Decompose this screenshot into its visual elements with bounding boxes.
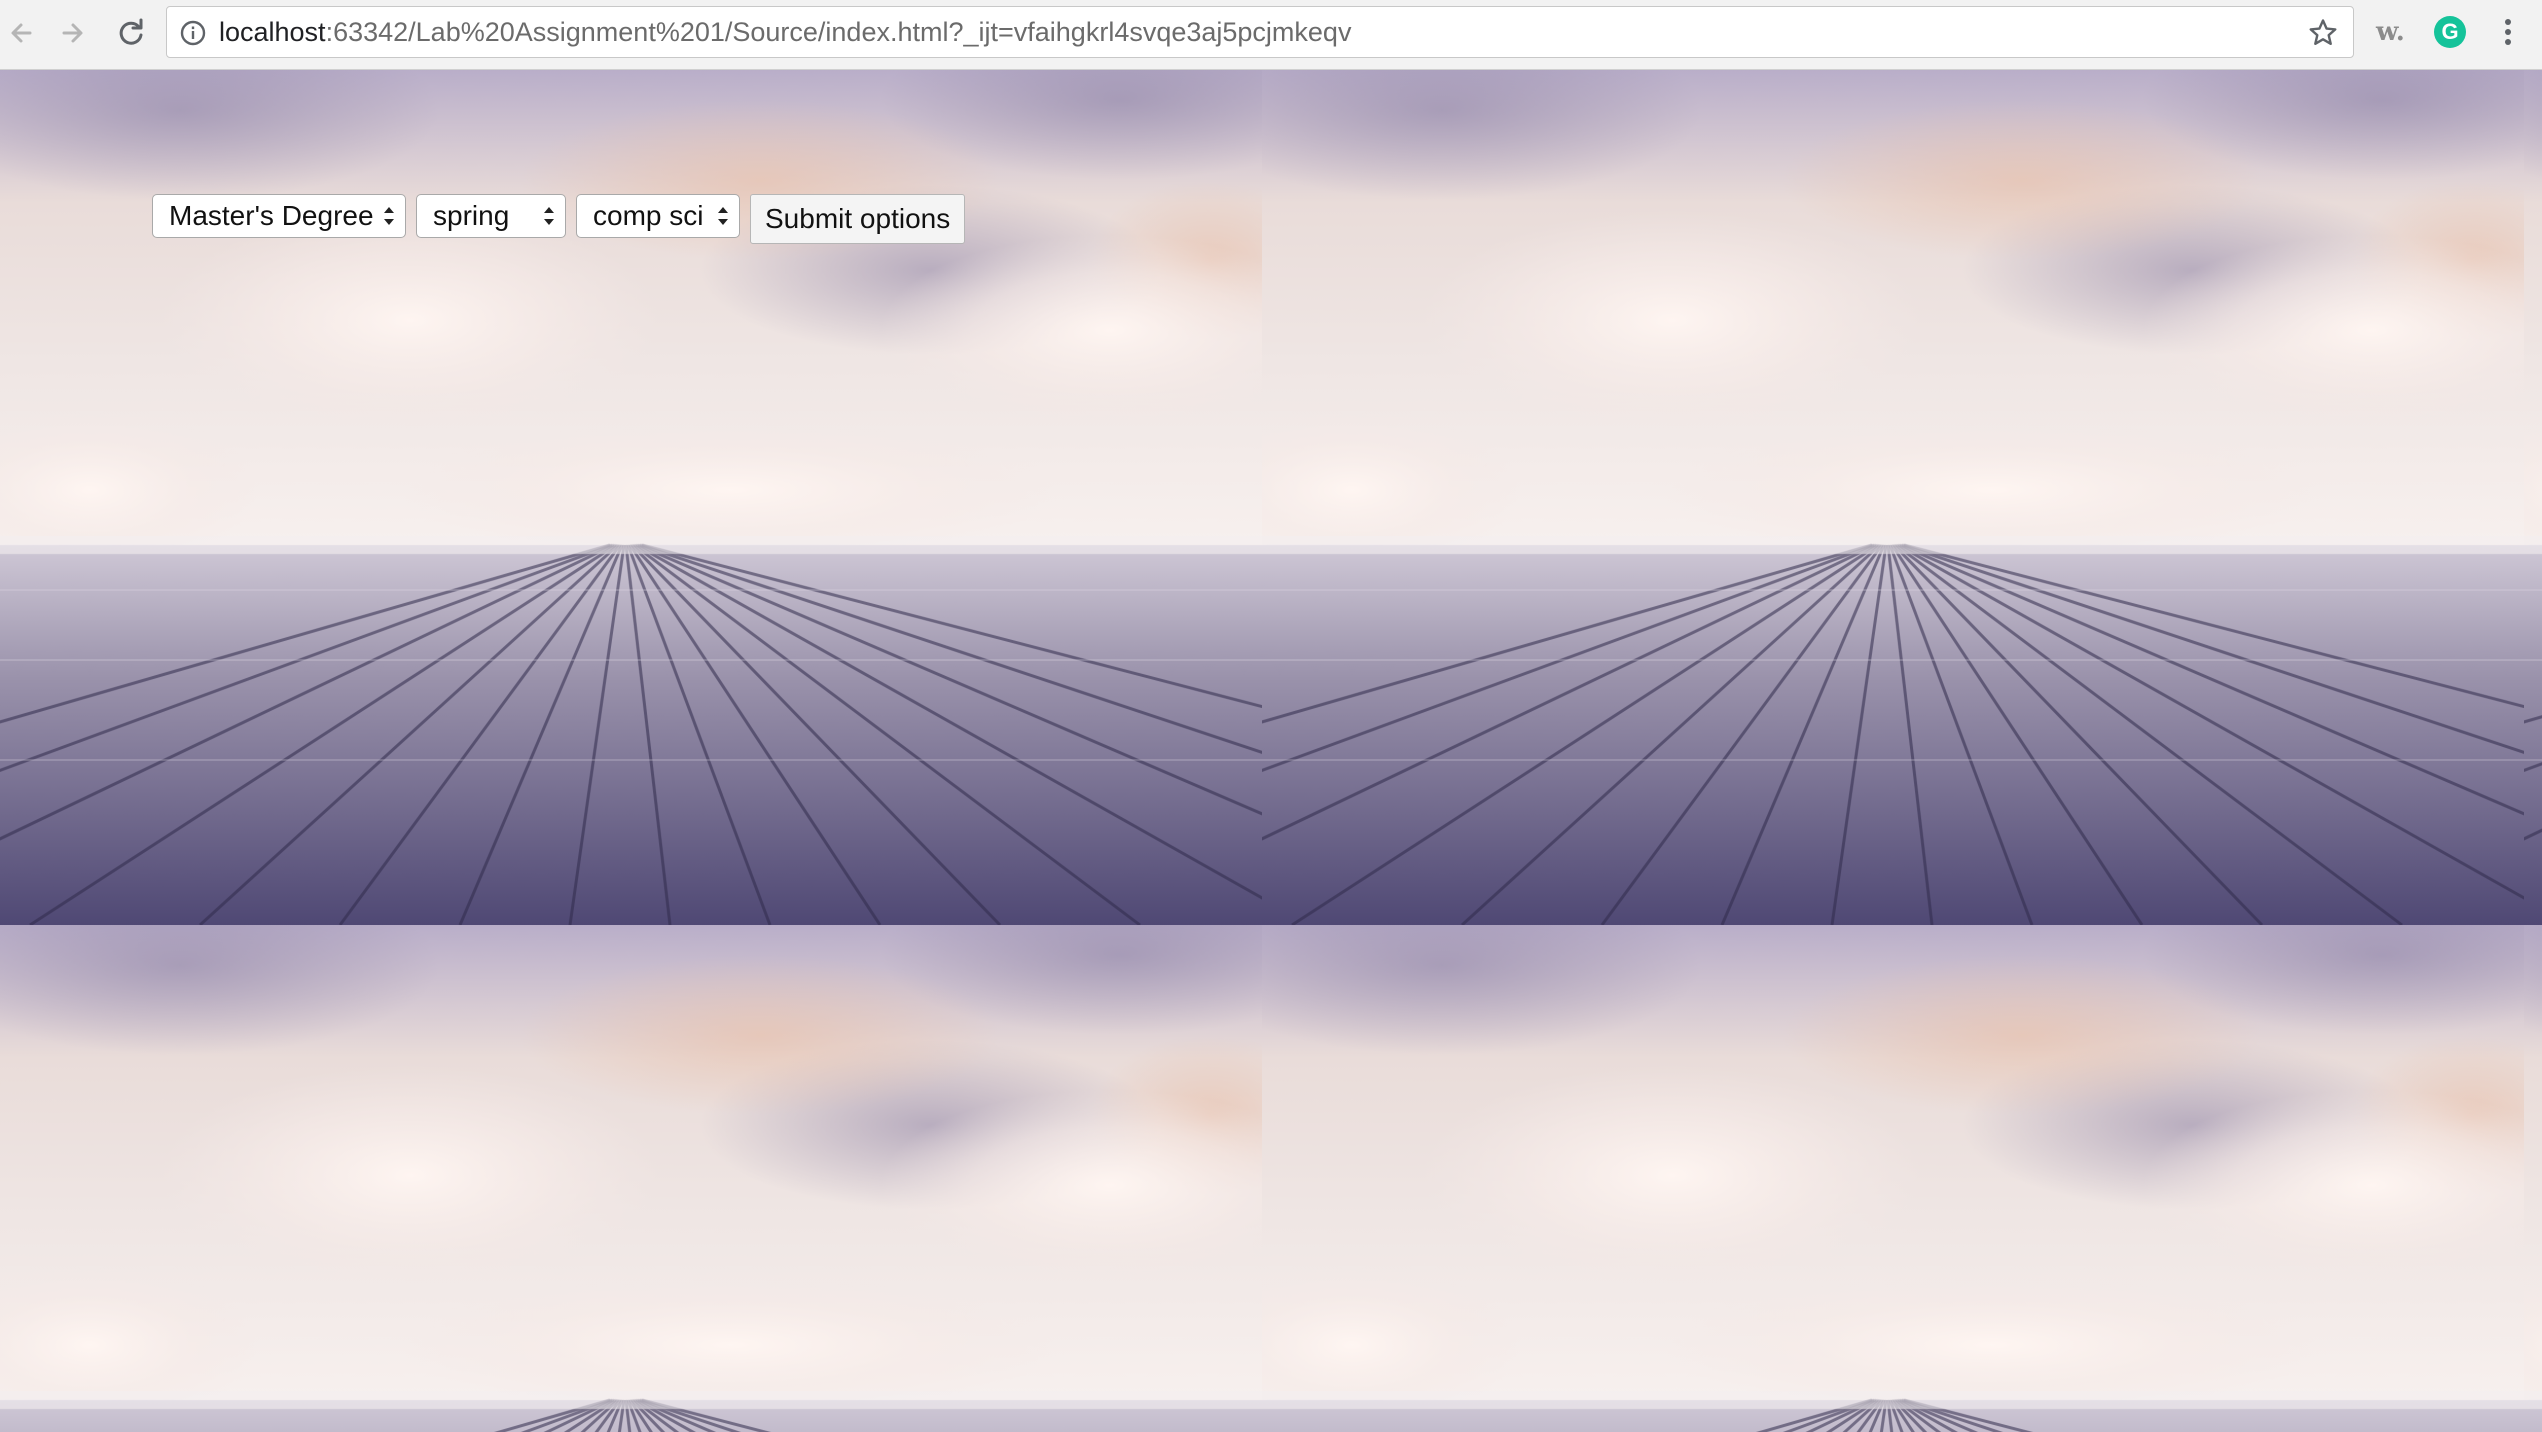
submit-options-button[interactable]: Submit options [750, 194, 966, 244]
forward-arrow-icon [62, 23, 83, 43]
address-bar[interactable]: localhost:63342/Lab%20Assignment%201/Sou… [166, 6, 2354, 58]
extension-w-icon[interactable]: w. [2376, 14, 2416, 50]
page-viewport: Master's Degree spring comp sci Submit o… [0, 70, 2542, 1432]
options-form: Master's Degree spring comp sci Submit o… [152, 194, 966, 244]
browser-toolbar: localhost:63342/Lab%20Assignment%201/Sou… [0, 0, 2542, 70]
back-arrow-icon [11, 23, 32, 43]
url-path: :63342/Lab%20Assignment%201/Source/index… [325, 17, 1352, 47]
tiled-background-image [0, 70, 2542, 1432]
select-arrows-icon [541, 204, 557, 228]
forward-button[interactable] [50, 10, 96, 56]
reload-icon [119, 18, 143, 45]
term-select-value: spring [433, 200, 510, 231]
star-icon[interactable] [2307, 17, 2339, 49]
url-host: localhost [219, 17, 326, 47]
select-arrows-icon [381, 204, 397, 228]
major-select-value: comp sci [593, 200, 704, 231]
grammarly-icon[interactable]: G [2434, 16, 2466, 48]
menu-icon[interactable] [2490, 14, 2526, 50]
back-button[interactable] [0, 10, 46, 56]
reload-button[interactable] [108, 10, 154, 56]
degree-select-value: Master's Degree [169, 200, 374, 231]
info-icon[interactable] [179, 19, 207, 47]
select-arrows-icon [715, 204, 731, 228]
term-select[interactable]: spring [416, 194, 566, 238]
major-select[interactable]: comp sci [576, 194, 740, 238]
degree-select[interactable]: Master's Degree [152, 194, 406, 238]
url-text[interactable]: localhost:63342/Lab%20Assignment%201/Sou… [219, 7, 1351, 57]
